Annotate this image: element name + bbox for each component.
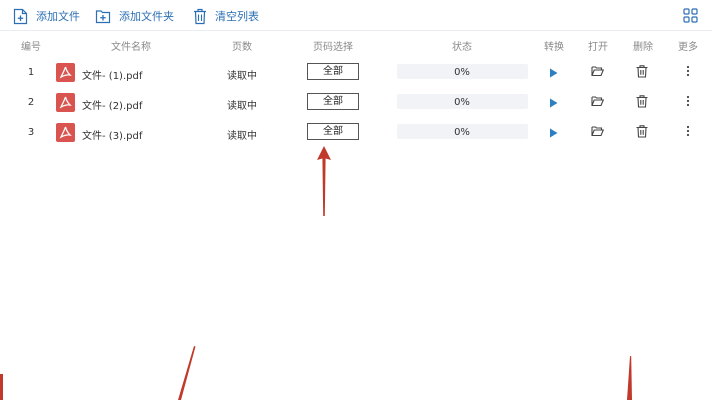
file-plus-icon	[13, 8, 28, 24]
col-filename: 文件名称	[111, 42, 151, 53]
page-range-button[interactable]: 全部	[307, 123, 359, 140]
table-row: 1 文件- (1).pdf 读取中 全部 0%	[0, 59, 712, 89]
table-header: 编号 文件名称 页数 页码选择 状态 转换 打开 删除 更多	[0, 34, 712, 56]
clear-list-label: 清空列表	[215, 10, 259, 23]
pdf-icon	[56, 63, 75, 82]
annotation-arrow-left	[178, 346, 196, 400]
page-range-button[interactable]: 全部	[307, 93, 359, 110]
page-range-button[interactable]: 全部	[307, 63, 359, 80]
file-name: 文件- (2).pdf	[82, 101, 143, 112]
page-count: 读取中	[227, 71, 257, 82]
annotation-arrow-right	[627, 356, 632, 400]
kebab-icon[interactable]	[686, 65, 690, 77]
progress-text: 0%	[454, 127, 470, 138]
clear-list-button[interactable]: 清空列表	[193, 6, 259, 26]
add-file-label: 添加文件	[36, 10, 80, 23]
col-delete: 删除	[633, 42, 653, 53]
row-number: 1	[27, 67, 35, 78]
row-number: 2	[27, 97, 35, 108]
col-page-range: 页码选择	[313, 42, 353, 53]
col-convert: 转换	[544, 42, 564, 53]
col-status: 状态	[452, 42, 472, 53]
delete-icon[interactable]	[636, 65, 648, 78]
row-number: 3	[27, 127, 35, 138]
folder-open-icon[interactable]	[591, 65, 604, 77]
col-pages: 页数	[232, 42, 252, 53]
annotation-arrow	[317, 146, 331, 216]
pdf-icon	[56, 93, 75, 112]
grid-view-button[interactable]	[683, 8, 698, 27]
page-count: 读取中	[227, 131, 257, 142]
progress-text: 0%	[454, 97, 470, 108]
col-more: 更多	[678, 42, 698, 53]
toolbar: 添加文件 添加文件夹 清空列表	[0, 0, 712, 31]
grid-icon	[683, 8, 698, 23]
add-file-button[interactable]: 添加文件	[13, 6, 80, 26]
add-folder-button[interactable]: 添加文件夹	[95, 6, 174, 26]
kebab-icon[interactable]	[686, 125, 690, 137]
progress-text: 0%	[454, 67, 470, 78]
folder-plus-icon	[95, 10, 111, 24]
col-number: 编号	[21, 42, 41, 53]
pdf-icon	[56, 123, 75, 142]
kebab-icon[interactable]	[686, 95, 690, 107]
delete-icon[interactable]	[636, 95, 648, 108]
file-name: 文件- (1).pdf	[82, 71, 143, 82]
add-folder-label: 添加文件夹	[119, 10, 174, 23]
file-name: 文件- (3).pdf	[82, 131, 143, 142]
delete-icon[interactable]	[636, 125, 648, 138]
play-icon[interactable]	[549, 68, 558, 78]
table-row: 2 文件- (2).pdf 读取中 全部 0%	[0, 89, 712, 119]
trash-icon	[194, 8, 206, 24]
play-icon[interactable]	[549, 128, 558, 138]
table-row: 3 文件- (3).pdf 读取中 全部 0%	[0, 119, 712, 149]
annotation-edge-mark	[0, 374, 3, 400]
play-icon[interactable]	[549, 98, 558, 108]
page-count: 读取中	[227, 101, 257, 112]
folder-open-icon[interactable]	[591, 95, 604, 107]
folder-open-icon[interactable]	[591, 125, 604, 137]
col-open: 打开	[588, 42, 608, 53]
